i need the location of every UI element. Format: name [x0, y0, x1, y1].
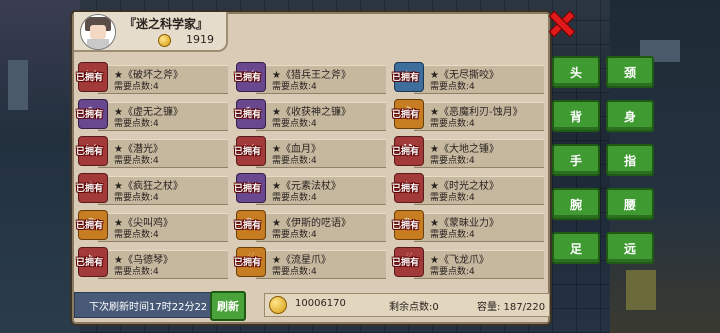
player-avatar — [80, 14, 116, 50]
remaining-points: 剩余点数:0 — [389, 302, 439, 313]
capacity-value: 容量: 187/220 — [477, 302, 546, 313]
owned-badge: 已拥有 — [234, 184, 262, 194]
item-cost: 需要点数:4 — [114, 230, 159, 240]
owned-badge: 已拥有 — [76, 110, 104, 120]
owned-badge: 已拥有 — [392, 221, 420, 231]
owned-badge: 已拥有 — [76, 147, 104, 157]
resource-bar: 10006170 剩余点数:0 容量: 187/220 — [264, 293, 550, 317]
item-grid: ⚔ 已拥有 ★《破坏之斧》 需要点数:4 ⚔ 已拥有 ★《猎兵王之斧》 需要点数:4 ✦ 已拥有 ★… — [76, 62, 546, 284]
owned-badge: 已拥有 — [76, 184, 104, 194]
money-value: 10006170 — [295, 298, 346, 309]
slot-filter-button[interactable]: 背 — [552, 100, 600, 132]
item-cost: 需要点数:4 — [272, 119, 317, 129]
slot-filter-button[interactable]: 腕 — [552, 188, 600, 220]
shop-item[interactable]: ⚔ 已拥有 ★《猎兵王之斧》 需要点数:4 — [234, 62, 386, 94]
slot-filter-button[interactable]: 身 — [606, 100, 654, 132]
owned-badge: 已拥有 — [392, 110, 420, 120]
item-cost: 需要点数:4 — [114, 82, 159, 92]
gold-coin-icon — [158, 34, 171, 47]
scene-decoration — [626, 270, 656, 310]
owned-badge: 已拥有 — [234, 221, 262, 231]
refresh-timer: 下次刷新时间17时22分22 — [74, 292, 216, 318]
player-card: 『迷之科学家』 1919 — [74, 12, 228, 52]
shop-item[interactable]: ✺ 已拥有 ★《伊斯的呓语》 需要点数:4 — [234, 210, 386, 242]
owned-badge: 已拥有 — [76, 221, 104, 231]
slot-filter-button[interactable]: 远 — [606, 232, 654, 264]
owned-badge: 已拥有 — [392, 147, 420, 157]
owned-badge: 已拥有 — [392, 258, 420, 268]
item-cost: 需要点数:4 — [272, 267, 317, 277]
item-cost: 需要点数:4 — [272, 193, 317, 203]
shop-item[interactable]: ✺ 已拥有 ★《尖叫鸡》 需要点数:4 — [76, 210, 228, 242]
shop-item[interactable]: ⚒ 已拥有 ★《大地之锤》 需要点数:4 — [392, 136, 544, 168]
shop-item[interactable]: ✧ 已拥有 ★《元素法杖》 需要点数:4 — [234, 173, 386, 205]
item-cost: 需要点数:4 — [272, 156, 317, 166]
item-cost: 需要点数:4 — [430, 193, 475, 203]
slot-filter-panel: 头颈背身手指腕腰足远 — [552, 56, 662, 264]
shop-item[interactable]: ☽ 已拥有 ★《恶魔利刃-蚀月》 需要点数:4 — [392, 99, 544, 131]
item-cost: 需要点数:4 — [430, 119, 475, 129]
shop-item[interactable]: ⚔ 已拥有 ★《破坏之斧》 需要点数:4 — [76, 62, 228, 94]
item-cost: 需要点数:4 — [430, 267, 475, 277]
shop-item[interactable]: ☾ 已拥有 ★《虚无之镰》 需要点数:4 — [76, 99, 228, 131]
item-cost: 需要点数:4 — [430, 156, 475, 166]
item-cost: 需要点数:4 — [114, 156, 159, 166]
slot-filter-button[interactable]: 颈 — [606, 56, 654, 88]
shop-item[interactable]: ♪ 已拥有 ★《乌德琴》 需要点数:4 — [76, 247, 228, 279]
shop-item[interactable]: ☄ 已拥有 ★《飞龙爪》 需要点数:4 — [392, 247, 544, 279]
item-cost: 需要点数:4 — [114, 119, 159, 129]
item-cost: 需要点数:4 — [272, 230, 317, 240]
shop-item[interactable]: ☾ 已拥有 ★《收获神之镰》 需要点数:4 — [234, 99, 386, 131]
item-cost: 需要点数:4 — [114, 193, 159, 203]
owned-badge: 已拥有 — [392, 73, 420, 83]
refresh-button[interactable]: 刷新 — [210, 291, 246, 321]
shop-item[interactable]: ⚔ 已拥有 ★《潜光》 需要点数:4 — [76, 136, 228, 168]
shop-item[interactable]: ✧ 已拥有 ★《疯狂之杖》 需要点数:4 — [76, 173, 228, 205]
shop-item[interactable]: ⚔ 已拥有 ★《血月》 需要点数:4 — [234, 136, 386, 168]
shop-item[interactable]: ✧ 已拥有 ★《时光之杖》 需要点数:4 — [392, 173, 544, 205]
owned-badge: 已拥有 — [76, 258, 104, 268]
bottom-bar: 下次刷新时间17时22分22 刷新 10006170 剩余点数:0 容量: 18… — [74, 290, 550, 321]
slot-filter-button[interactable]: 足 — [552, 232, 600, 264]
owned-badge: 已拥有 — [234, 110, 262, 120]
owned-badge: 已拥有 — [234, 73, 262, 83]
owned-badge: 已拥有 — [76, 73, 104, 83]
slot-filter-button[interactable]: 腰 — [606, 188, 654, 220]
slot-filter-button[interactable]: 头 — [552, 56, 600, 88]
item-cost: 需要点数:4 — [430, 82, 475, 92]
shop-item[interactable]: ✦ 已拥有 ★《无尽撕咬》 需要点数:4 — [392, 62, 544, 94]
owned-badge: 已拥有 — [392, 184, 420, 194]
slot-filter-button[interactable]: 指 — [606, 144, 654, 176]
gold-coin-icon — [269, 296, 287, 314]
shop-item[interactable]: ☄ 已拥有 ★《流星爪》 需要点数:4 — [234, 247, 386, 279]
scene-decoration — [8, 60, 28, 110]
item-cost: 需要点数:4 — [272, 82, 317, 92]
item-cost: 需要点数:4 — [430, 230, 475, 240]
owned-badge: 已拥有 — [234, 258, 262, 268]
refresh-timer-text: 下次刷新时间17时22分22 — [89, 302, 208, 313]
owned-badge: 已拥有 — [234, 147, 262, 157]
player-gold: 1919 — [186, 33, 214, 46]
left-scene-background — [0, 0, 80, 333]
shop-item[interactable]: ✺ 已拥有 ★《蒙昧业力》 需要点数:4 — [392, 210, 544, 242]
close-icon[interactable] — [548, 10, 574, 36]
player-name: 『迷之科学家』 — [124, 17, 209, 31]
slot-filter-button[interactable]: 手 — [552, 144, 600, 176]
item-cost: 需要点数:4 — [114, 267, 159, 277]
